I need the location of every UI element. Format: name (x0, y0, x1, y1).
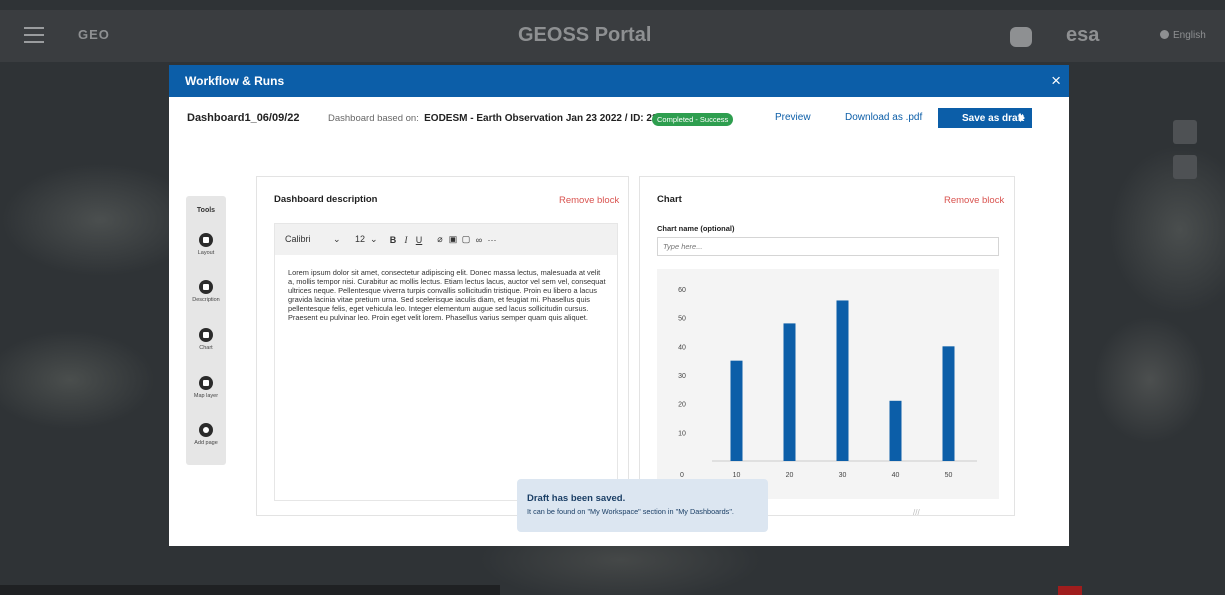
geo-logo: GEO (78, 27, 110, 42)
map-layer-icon (199, 376, 213, 390)
y-tick-label: 20 (678, 402, 686, 409)
language-selector[interactable]: English (1160, 30, 1206, 41)
description-block: Dashboard description Remove block Calib… (256, 176, 629, 516)
tool-layout[interactable]: Layout (186, 233, 226, 256)
remove-description-block-link[interactable]: Remove block (559, 195, 619, 206)
underline-icon[interactable]: U (413, 235, 425, 245)
toast-title: Draft has been saved. (527, 493, 626, 504)
chart-bar (889, 400, 902, 461)
y-tick-label: 30 (678, 373, 686, 380)
attachment-icon[interactable]: ⌀ (434, 234, 446, 245)
tools-panel: Tools Layout Description Chart Map layer… (186, 196, 226, 465)
preview-link[interactable]: Preview (775, 112, 811, 123)
chart-block-title: Chart (657, 194, 682, 205)
dashboard-name: Dashboard1_06/09/22 (187, 112, 300, 124)
modal-header: Workflow & Runs × (169, 65, 1069, 97)
description-icon (199, 280, 213, 294)
bold-icon[interactable]: B (387, 235, 399, 245)
chevron-down-icon: ⌄ (370, 234, 378, 244)
editor-toolbar: Calibri ⌄ 12 ⌄ B I U ⌀ ▣ ▢ ∞ ··· (275, 224, 617, 255)
chart-block: Chart Remove block Chart name (optional)… (639, 176, 1015, 516)
remove-chart-block-link[interactable]: Remove block (944, 195, 1004, 206)
chart-bar (783, 323, 796, 461)
close-icon[interactable]: × (1051, 71, 1061, 91)
portal-title: GEOSS Portal (518, 24, 652, 46)
tool-add-page[interactable]: Add page (186, 423, 226, 446)
x-tick-label: 10 (733, 472, 741, 479)
chart-bar (942, 346, 955, 461)
status-badge: Completed - Success (652, 113, 734, 126)
chart-area: 0 10 20 30 40 50 60 10 20 30 40 50 (657, 269, 999, 499)
download-pdf-link[interactable]: Download as .pdf (845, 112, 922, 123)
footer-attribution (0, 585, 500, 595)
arrow-right-icon (1020, 114, 1025, 122)
esa-logo: esa (1066, 24, 1100, 46)
chart-bar (836, 300, 849, 461)
draft-saved-toast: Draft has been saved. It can be found on… (517, 479, 768, 532)
workflow-modal: Workflow & Runs × Dashboard1_06/09/22 Da… (169, 65, 1069, 546)
y-tick-label: 10 (678, 430, 686, 437)
chart-name-label: Chart name (optional) (657, 224, 735, 233)
chart-name-input[interactable] (657, 237, 999, 256)
link-icon[interactable]: ∞ (473, 235, 485, 245)
footer-badge (1058, 586, 1082, 595)
tool-chart[interactable]: Chart (186, 328, 226, 351)
video-icon[interactable]: ▢ (460, 234, 472, 245)
description-block-title: Dashboard description (274, 194, 378, 205)
modal-title: Workflow & Runs (185, 74, 285, 88)
save-draft-button[interactable]: Save as draft (938, 108, 1032, 128)
chart-icon (199, 328, 213, 342)
italic-icon[interactable]: I (400, 235, 412, 245)
x-tick-label: 50 (945, 472, 953, 479)
add-page-icon (199, 423, 213, 437)
layers-icon[interactable] (1173, 155, 1197, 179)
more-icon[interactable]: ··· (486, 235, 498, 245)
x-tick-label: 40 (892, 472, 900, 479)
chart-bar (730, 360, 743, 461)
editor-content[interactable]: Lorem ipsum dolor sit amet, consectetur … (275, 255, 617, 323)
tools-title: Tools (196, 207, 216, 214)
x-tick-label: 30 (839, 472, 847, 479)
map-control-button[interactable] (1173, 120, 1197, 144)
y-tick-label: 50 (678, 316, 686, 323)
image-icon[interactable]: ▣ (447, 234, 459, 245)
globe-icon (1160, 30, 1169, 39)
dashboard-info-row: Dashboard1_06/09/22 Dashboard based on: … (169, 108, 1069, 130)
font-family-select[interactable]: Calibri ⌄ (285, 234, 355, 245)
y-tick-label: 0 (680, 472, 684, 479)
user-icon[interactable] (1010, 27, 1032, 47)
portal-topbar: GEO GEOSS Portal esa English (0, 10, 1225, 62)
tool-description[interactable]: Description (186, 280, 226, 303)
y-tick-label: 60 (678, 287, 686, 294)
x-tick-label: 20 (786, 472, 794, 479)
font-size-select[interactable]: 12 ⌄ (355, 234, 387, 245)
layout-icon (199, 233, 213, 247)
tool-map-layer[interactable]: Map layer (186, 376, 226, 399)
dashboard-based-on: Dashboard based on: EODESM - Earth Obser… (328, 113, 669, 124)
menu-icon[interactable] (24, 27, 44, 43)
resize-grip-icon[interactable]: /// (913, 508, 925, 518)
source-name: EODESM - Earth Observation Jan 23 2022 /… (424, 113, 669, 124)
y-tick-label: 40 (678, 344, 686, 351)
toast-message: It can be found on "My Workspace" sectio… (527, 507, 734, 516)
chevron-down-icon: ⌄ (333, 234, 341, 244)
bar-chart: 0 10 20 30 40 50 60 10 20 30 40 50 (678, 287, 977, 479)
rich-text-editor: Calibri ⌄ 12 ⌄ B I U ⌀ ▣ ▢ ∞ ··· Lorem i… (274, 223, 618, 501)
